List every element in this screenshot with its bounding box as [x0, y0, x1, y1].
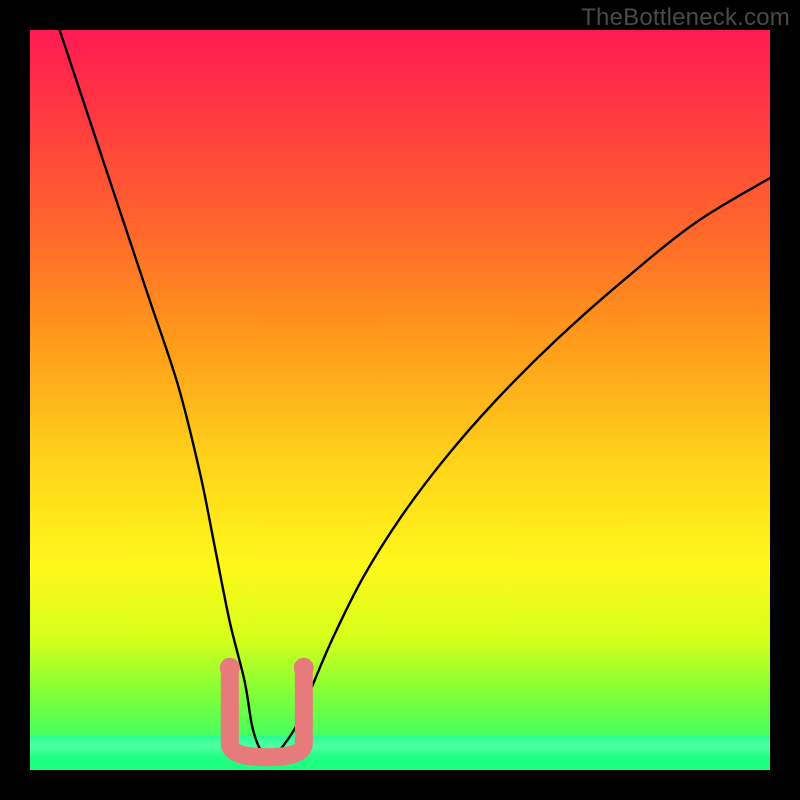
attribution-text: TheBottleneck.com	[581, 4, 790, 32]
chart-curve-line	[60, 30, 770, 756]
chart-highlight-dot-right	[294, 658, 314, 678]
chart-highlight-dot-left	[220, 658, 240, 678]
chart-svg	[30, 30, 770, 770]
chart-highlight-marker	[230, 674, 304, 757]
chart-plot-area	[30, 30, 770, 770]
